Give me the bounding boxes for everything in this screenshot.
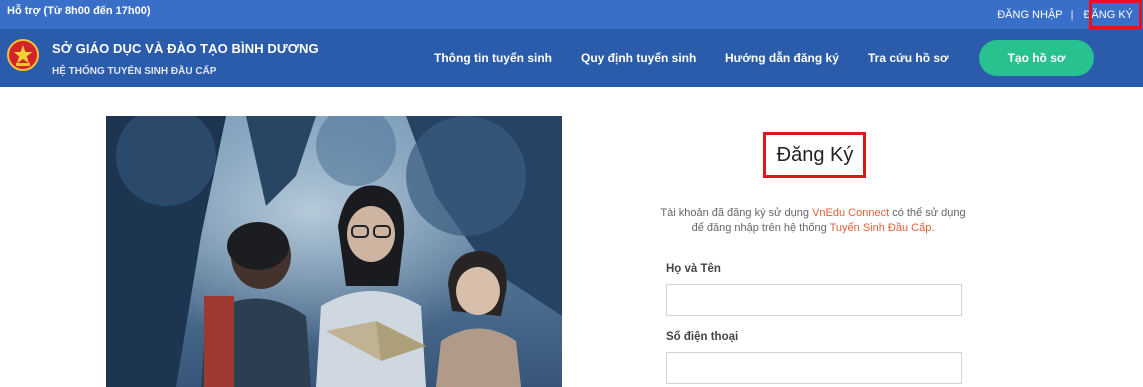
desc-text-1: Tài khoản đã đăng ký sử dụng [660, 207, 813, 219]
create-profile-button[interactable]: Tạo hồ sơ [979, 40, 1094, 76]
auth-links: ĐĂNG NHẬP | ĐĂNG KÝ [997, 9, 1135, 21]
login-link[interactable]: ĐĂNG NHẬP [997, 9, 1062, 21]
full-name-input[interactable] [666, 284, 962, 316]
register-form-title: Đăng Ký [776, 143, 854, 166]
phone-input[interactable] [666, 352, 962, 384]
desc-text-3: . [931, 222, 935, 234]
top-bar: Hỗ trợ (Từ 8h00 đến 17h00) ĐĂNG NHẬP | Đ… [0, 0, 1143, 29]
students-photo [106, 116, 562, 387]
phone-label: Số điện thoại [666, 331, 739, 343]
nav-admission-info[interactable]: Thông tin tuyển sinh [434, 51, 552, 65]
nav-admission-rules[interactable]: Quy định tuyển sinh [581, 51, 696, 65]
site-subtitle: HỆ THỐNG TUYỂN SINH ĐẦU CẤP [52, 66, 217, 77]
main-navbar: SỞ GIÁO DỤC VÀ ĐÀO TẠO BÌNH DƯƠNG HỆ THỐ… [0, 29, 1143, 87]
support-hours-text: Hỗ trợ (Từ 8h00 đến 17h00) [7, 5, 151, 17]
nav-profile-lookup[interactable]: Tra cứu hồ sơ [868, 51, 949, 65]
register-link[interactable]: ĐĂNG KÝ [1081, 9, 1135, 21]
national-emblem-icon[interactable] [7, 39, 39, 71]
nav-registration-guide[interactable]: Hướng dẫn đăng ký [725, 51, 839, 65]
students-photo-illustration [106, 116, 562, 387]
full-name-label: Họ và Tên [666, 263, 721, 275]
site-title[interactable]: SỞ GIÁO DỤC VÀ ĐÀO TẠO BÌNH DƯƠNG [52, 41, 319, 56]
register-description: Tài khoản đã đăng ký sử dụng VnEdu Conne… [660, 206, 966, 236]
admission-system-link[interactable]: Tuyển Sinh Đầu Cấp [830, 222, 932, 234]
vnedu-connect-link[interactable]: VnEdu Connect [812, 207, 889, 219]
auth-separator: | [1070, 9, 1074, 21]
